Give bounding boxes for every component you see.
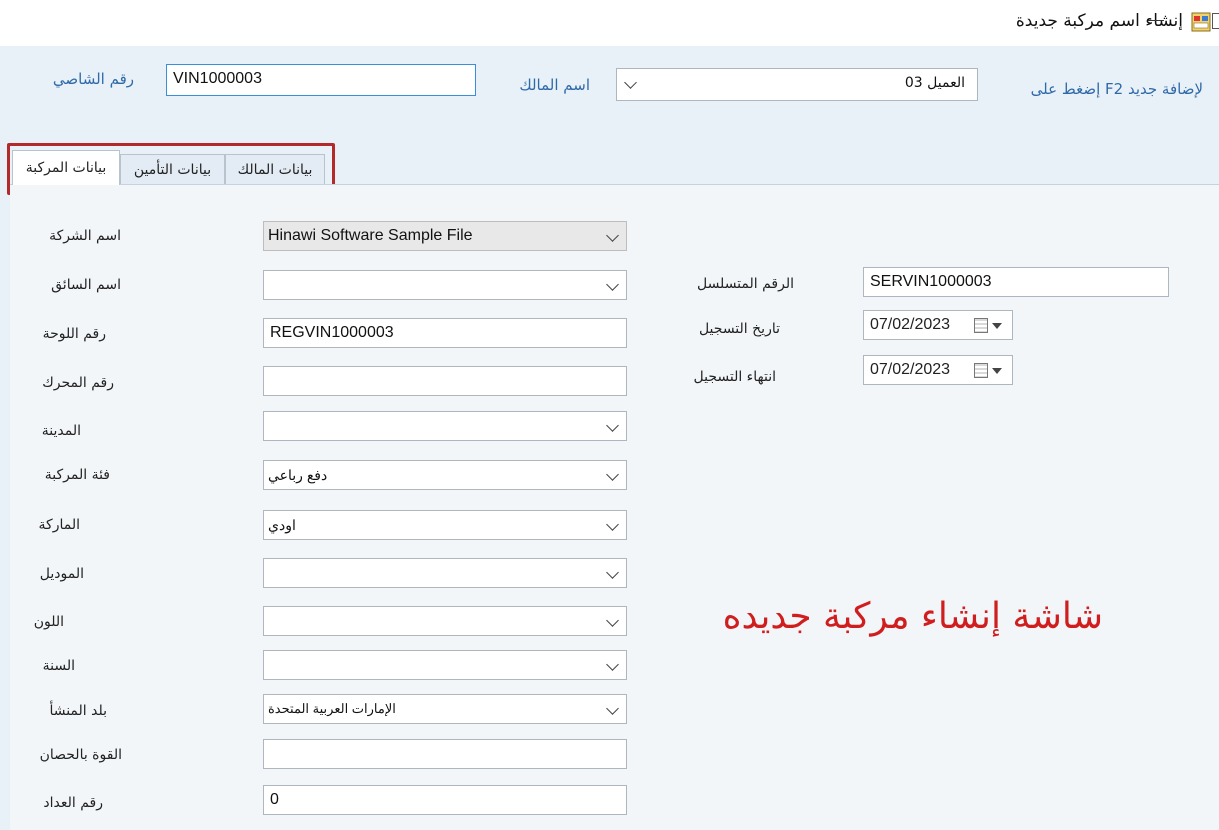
driver-combobox[interactable] bbox=[263, 270, 627, 300]
horsepower-label: القوة بالحصان bbox=[39, 747, 122, 763]
plate-input[interactable]: REGVIN1000003 bbox=[263, 318, 627, 348]
engine-input[interactable] bbox=[263, 366, 627, 396]
odometer-label: رقم العداد bbox=[43, 795, 103, 811]
chassis-label: رقم الشاصي bbox=[52, 70, 134, 88]
serial-label: الرقم المتسلسل bbox=[696, 276, 794, 292]
category-value: دفع رباعي bbox=[268, 467, 328, 483]
color-combobox[interactable] bbox=[263, 606, 627, 636]
chassis-input[interactable]: VIN1000003 bbox=[166, 64, 476, 96]
dropdown-arrow-icon[interactable] bbox=[992, 368, 1002, 374]
category-combobox[interactable]: دفع رباعي bbox=[263, 460, 627, 490]
reg-date-label: تاريخ التسجيل bbox=[698, 321, 780, 337]
reg-expiry-label: انتهاء التسجيل bbox=[693, 369, 777, 385]
city-combobox[interactable] bbox=[263, 411, 627, 441]
odometer-input[interactable]: 0 bbox=[263, 785, 627, 815]
chevron-down-icon bbox=[606, 518, 619, 531]
year-combobox[interactable] bbox=[263, 650, 627, 680]
add-new-hint: لإضافة جديد F2 إضغط على bbox=[1030, 80, 1203, 98]
color-label: اللون bbox=[33, 614, 64, 630]
reg-date-picker[interactable]: 07/02/2023 bbox=[863, 310, 1013, 340]
calendar-icon[interactable] bbox=[974, 363, 988, 378]
tab-owner-data[interactable]: بيانات المالك bbox=[225, 154, 325, 184]
city-label: المدينة bbox=[41, 423, 81, 439]
origin-label: بلد المنشأ bbox=[49, 703, 107, 719]
owner-combobox[interactable]: العميل 03 bbox=[616, 68, 978, 101]
horsepower-input[interactable] bbox=[263, 739, 627, 769]
origin-value: الإمارات العربية المتحدة bbox=[268, 701, 396, 716]
origin-combobox[interactable]: الإمارات العربية المتحدة bbox=[263, 694, 627, 724]
maximize-button[interactable] bbox=[1212, 13, 1219, 29]
brand-value: اودي bbox=[268, 517, 296, 533]
company-label: اسم الشركة bbox=[49, 228, 121, 244]
company-value: Hinawi Software Sample File bbox=[268, 227, 473, 244]
chevron-down-icon bbox=[624, 76, 637, 89]
chevron-down-icon bbox=[606, 229, 619, 242]
tab-vehicle-data[interactable]: بيانات المركبة bbox=[12, 150, 120, 185]
chevron-down-icon bbox=[606, 468, 619, 481]
reg-expiry-value: 07/02/2023 bbox=[870, 361, 951, 378]
chevron-down-icon bbox=[606, 702, 619, 715]
chevron-down-icon bbox=[606, 419, 619, 432]
dropdown-arrow-icon[interactable] bbox=[992, 323, 1002, 329]
reg-expiry-picker[interactable]: 07/02/2023 bbox=[863, 355, 1013, 385]
chevron-down-icon bbox=[606, 278, 619, 291]
window-title: إنشاء اسم مركبة جديدة bbox=[1015, 11, 1183, 31]
owner-value: العميل 03 bbox=[904, 75, 965, 91]
app-icon bbox=[1191, 12, 1211, 32]
brand-label: الماركة bbox=[38, 517, 80, 533]
chevron-down-icon bbox=[606, 566, 619, 579]
owner-label: اسم المالك bbox=[519, 76, 590, 94]
driver-label: اسم السائق bbox=[51, 277, 121, 293]
chevron-down-icon bbox=[606, 614, 619, 627]
category-label: فئة المركبة bbox=[44, 467, 110, 483]
chevron-down-icon bbox=[606, 658, 619, 671]
plate-label: رقم اللوحة bbox=[42, 326, 106, 342]
company-combobox[interactable]: Hinawi Software Sample File bbox=[263, 221, 627, 251]
reg-date-value: 07/02/2023 bbox=[870, 316, 951, 333]
model-label: الموديل bbox=[39, 566, 84, 582]
brand-combobox[interactable]: اودي bbox=[263, 510, 627, 540]
model-combobox[interactable] bbox=[263, 558, 627, 588]
year-label: السنة bbox=[42, 658, 75, 674]
serial-input[interactable]: SERVIN1000003 bbox=[863, 267, 1169, 297]
tab-insurance-data[interactable]: بيانات التأمين bbox=[120, 154, 225, 184]
engine-label: رقم المحرك bbox=[42, 375, 114, 391]
minimize-button[interactable] bbox=[1148, 20, 1164, 21]
overlay-caption: شاشة إنشاء مركبة جديده bbox=[722, 596, 1103, 637]
calendar-icon[interactable] bbox=[974, 318, 988, 333]
